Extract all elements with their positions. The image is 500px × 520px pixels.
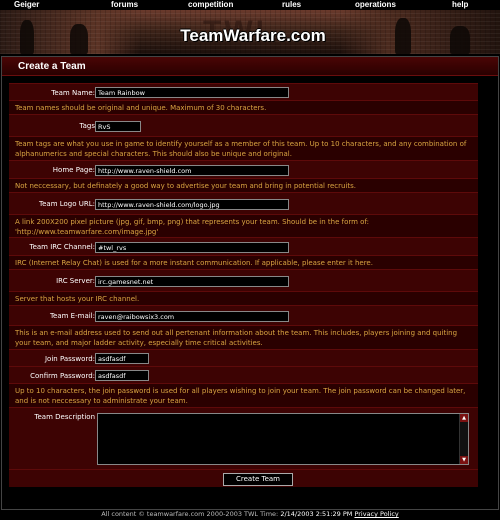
- confirm-password-row: Confirm Password: asdfasdf: [9, 366, 478, 384]
- nav-item-geiger[interactable]: Geiger: [14, 0, 39, 9]
- irc-server-input[interactable]: irc.gamesnet.net: [95, 276, 289, 287]
- site-banner: TWL TeamWarfare.com: [0, 10, 500, 54]
- home-page-label: Home Page:: [52, 166, 95, 174]
- team-logo-input[interactable]: http://www.raven-shield.com/logo.jpg: [95, 199, 289, 210]
- team-logo-row: Team Logo URL: http://www.raven-shield.c…: [9, 192, 478, 215]
- team-name-input[interactable]: Team Rainbow: [95, 87, 289, 98]
- scroll-down-arrow-icon[interactable]: ▼: [460, 456, 468, 464]
- page-title: Create a Team: [18, 61, 86, 72]
- page-footer: All content © teamwarfare.com 2000-2003 …: [0, 509, 500, 520]
- team-description-label: Team Description: [34, 413, 95, 421]
- nav-item-forums[interactable]: forums: [111, 0, 138, 9]
- password-note-row: Up to 10 characters, the join password i…: [9, 383, 478, 408]
- nav-item-competition[interactable]: competition: [188, 0, 233, 9]
- create-team-panel: Create a Team Team Name: Team Rainbow Te…: [1, 56, 499, 510]
- tags-row: Tags RvS: [9, 114, 478, 137]
- home-page-help: Not neccessary, but definately a good wa…: [15, 182, 356, 190]
- team-logo-note-row: A link 200X200 pixel picture (jpg, gif, …: [9, 214, 478, 238]
- team-email-label: Team E-mail:: [49, 312, 95, 320]
- team-email-help: This is an e-mail address used to send o…: [15, 329, 458, 347]
- team-logo-help: A link 200X200 pixel picture (jpg, gif, …: [15, 218, 370, 236]
- team-description-row: Team Description ▲ ▼: [9, 407, 478, 470]
- scroll-up-arrow-icon[interactable]: ▲: [460, 414, 468, 422]
- team-name-row: Team Name: Team Rainbow: [9, 83, 478, 101]
- team-description-textarea[interactable]: ▲ ▼: [97, 413, 469, 465]
- irc-channel-help: IRC (Internet Relay Chat) is used for a …: [15, 259, 373, 267]
- submit-row: Create Team: [9, 469, 478, 487]
- team-email-input[interactable]: raven@raibowsix3.com: [95, 311, 289, 322]
- soldier-silhouette-icon: [450, 26, 470, 54]
- team-irc-channel-label: Team IRC Channel:: [29, 243, 95, 251]
- team-email-row: Team E-mail: raven@raibowsix3.com: [9, 305, 478, 326]
- tags-help: Team tags are what you use in game to id…: [15, 140, 467, 158]
- home-page-row: Home Page: http://www.raven-shield.com: [9, 160, 478, 179]
- tags-input[interactable]: RvS: [95, 121, 141, 132]
- team-name-help: Team names should be original and unique…: [15, 104, 267, 112]
- team-name-note-row: Team names should be original and unique…: [9, 100, 478, 115]
- twl-time: 2/14/2003 2:51:29 PM: [280, 510, 353, 518]
- tags-note-row: Team tags are what you use in game to id…: [9, 136, 478, 161]
- copyright-text: All content © teamwarfare.com 2000-2003 …: [101, 510, 279, 518]
- irc-server-help: Server that hosts your IRC channel.: [15, 295, 140, 303]
- create-team-form: Team Name: Team Rainbow Team names shoul…: [9, 83, 478, 519]
- join-password-input[interactable]: asdfasdf: [95, 353, 149, 364]
- privacy-policy-link[interactable]: Privacy Policy: [354, 510, 398, 518]
- irc-server-row: IRC Server: irc.gamesnet.net: [9, 269, 478, 292]
- irc-channel-note-row: IRC (Internet Relay Chat) is used for a …: [9, 255, 478, 270]
- tags-label: Tags: [79, 122, 96, 130]
- nav-item-help[interactable]: help: [452, 0, 468, 9]
- nav-item-rules[interactable]: rules: [282, 0, 301, 9]
- team-logo-label: Team Logo URL:: [39, 200, 95, 208]
- top-nav: Geiger forums competition rules operatio…: [0, 0, 500, 10]
- home-page-note-row: Not neccessary, but definately a good wa…: [9, 178, 478, 193]
- panel-header: Create a Team: [2, 57, 498, 76]
- create-team-button[interactable]: Create Team: [223, 473, 293, 486]
- team-irc-channel-row: Team IRC Channel: #twl_rvs: [9, 237, 478, 256]
- team-email-note-row: This is an e-mail address used to send o…: [9, 325, 478, 350]
- home-page-input[interactable]: http://www.raven-shield.com: [95, 165, 289, 176]
- nav-item-operations[interactable]: operations: [355, 0, 396, 9]
- irc-server-note-row: Server that hosts your IRC channel.: [9, 291, 478, 306]
- password-help: Up to 10 characters, the join password i…: [15, 387, 466, 405]
- confirm-password-input[interactable]: asdfasdf: [95, 370, 149, 381]
- soldier-silhouette-icon: [20, 20, 34, 54]
- soldier-silhouette-icon: [70, 24, 88, 54]
- join-password-row: Join Password: asdfasdf: [9, 349, 478, 367]
- site-logo[interactable]: TeamWarfare.com: [158, 26, 348, 46]
- soldier-silhouette-icon: [395, 18, 411, 54]
- team-irc-channel-input[interactable]: #twl_rvs: [95, 242, 289, 253]
- irc-server-label: IRC Server:: [56, 277, 95, 285]
